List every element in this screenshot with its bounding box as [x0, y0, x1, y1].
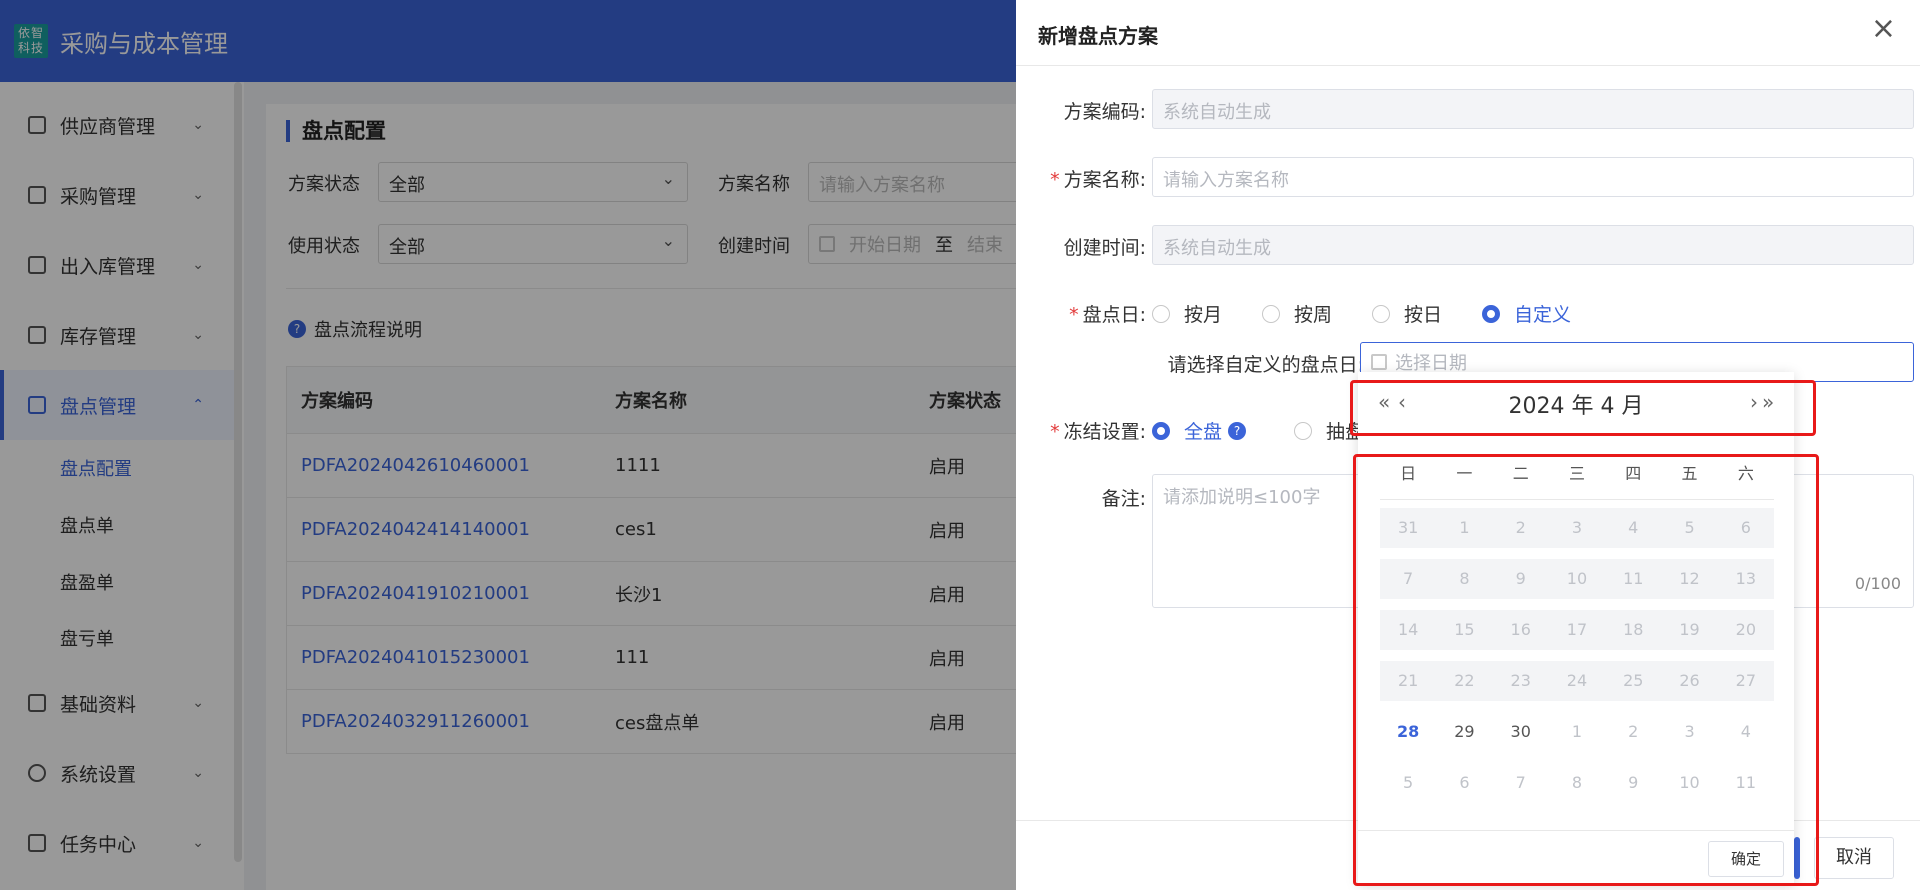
- radio-label: 按周: [1294, 304, 1333, 326]
- radio-weekly[interactable]: 按周: [1262, 300, 1332, 327]
- created-field: 系统自动生成: [1152, 225, 1914, 265]
- required-mark: *: [1069, 304, 1079, 326]
- drawer-title: 新增盘点方案: [1038, 24, 1158, 48]
- highlight-month-header: [1350, 380, 1816, 436]
- remark-placeholder: 请添加说明≤100字: [1163, 487, 1321, 508]
- radio-circle: [1294, 421, 1312, 440]
- remark-label: 备注:: [1101, 488, 1146, 510]
- radio-monthly[interactable]: 按月: [1152, 300, 1222, 327]
- radio-label: 全盘: [1184, 421, 1223, 443]
- radio-label: 自定义: [1514, 304, 1572, 326]
- code-label: 方案编码:: [1063, 101, 1146, 123]
- freeze-label-text: 冻结设置:: [1063, 421, 1146, 443]
- question-icon[interactable]: ?: [1228, 421, 1247, 440]
- drawer-header: 新增盘点方案 ×: [1016, 0, 1920, 66]
- name-label: * 方案名称:: [1036, 165, 1146, 192]
- radio-full-count[interactable]: 全盘 ?: [1152, 417, 1254, 444]
- radio-label: 按月: [1184, 304, 1223, 326]
- cancel-button[interactable]: 取消: [1814, 837, 1894, 879]
- created-label: 创建时间:: [1063, 237, 1146, 259]
- modal-mask[interactable]: [0, 0, 1016, 890]
- radio-circle: [1372, 304, 1390, 323]
- radio-label: 按日: [1404, 304, 1443, 326]
- calendar-icon: [1371, 354, 1387, 370]
- custom-day-label: 请选择自定义的盘点日:: [1167, 354, 1364, 376]
- radio-circle-selected: [1152, 421, 1170, 440]
- code-field: 系统自动生成: [1152, 89, 1914, 129]
- radio-circle: [1262, 304, 1280, 323]
- remark-counter: 0/100: [1854, 574, 1901, 593]
- radio-circle-selected: [1482, 304, 1500, 323]
- radio-daily[interactable]: 按日: [1372, 300, 1442, 327]
- close-icon[interactable]: ×: [1871, 14, 1896, 44]
- highlight-calendar-grid: [1353, 454, 1819, 886]
- name-label-text: 方案名称:: [1063, 169, 1146, 191]
- required-mark: *: [1050, 169, 1060, 191]
- freeze-label: * 冻结设置:: [1036, 417, 1146, 444]
- required-mark: *: [1050, 421, 1060, 443]
- radio-custom[interactable]: 自定义: [1482, 300, 1571, 327]
- name-field[interactable]: 请输入方案名称: [1152, 157, 1914, 197]
- stocktake-day-label-text: 盘点日:: [1082, 304, 1146, 326]
- stocktake-day-label: * 盘点日:: [1036, 300, 1146, 327]
- radio-circle: [1152, 304, 1170, 323]
